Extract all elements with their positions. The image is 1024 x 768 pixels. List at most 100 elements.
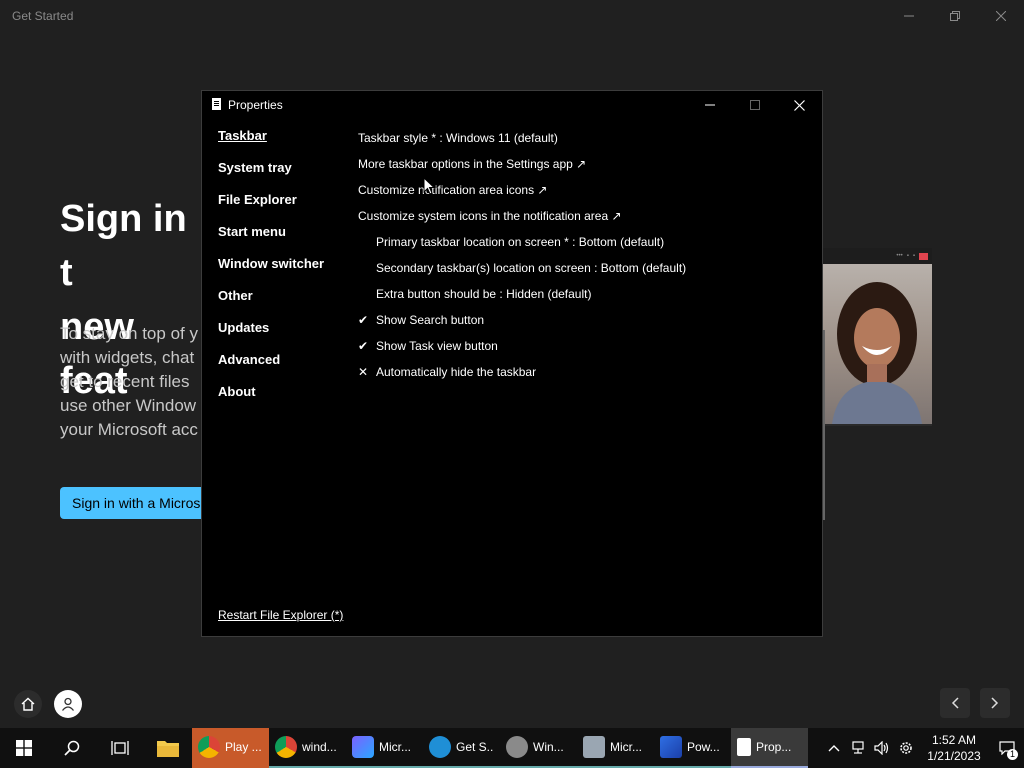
nav-taskbar[interactable]: Taskbar [218, 127, 324, 159]
home-icon [21, 697, 35, 711]
taskbar-app-label: Micr... [379, 740, 411, 754]
nav-file-explorer[interactable]: File Explorer [218, 191, 324, 223]
taskbar: Play ... wind... Micr... Get S... Win...… [0, 728, 1024, 768]
speaker-icon [874, 741, 889, 755]
taskbar-app-micr-2[interactable]: Micr... [577, 728, 654, 768]
option-label: Show Task view button [376, 339, 498, 353]
properties-app-icon [737, 738, 751, 756]
close-button[interactable] [978, 0, 1024, 32]
option-label: Show Search button [376, 313, 485, 327]
taskbar-app-label: Pow... [687, 740, 720, 754]
option-extra-button[interactable]: Extra button should be : Hidden (default… [358, 281, 686, 307]
minimize-button[interactable] [886, 0, 932, 32]
restart-file-explorer-link[interactable]: Restart File Explorer (*) [218, 608, 343, 622]
next-button[interactable] [980, 688, 1010, 718]
taskbar-app-chrome-wind[interactable]: wind... [269, 728, 346, 768]
clock-time: 1:52 AM [931, 733, 977, 747]
close-icon [996, 11, 1006, 21]
taskbar-app-micr-1[interactable]: Micr... [346, 728, 423, 768]
chevron-up-icon [828, 745, 840, 752]
properties-title: Properties [228, 98, 283, 112]
preview-toolbar: ••• ▪ ▪ [822, 248, 932, 264]
volume-button[interactable] [870, 728, 894, 768]
option-label: Automatically hide the taskbar [376, 365, 537, 379]
dots-icon: ••• [896, 253, 903, 259]
option-auto-hide-taskbar[interactable]: ✕ Automatically hide the taskbar [358, 359, 686, 385]
properties-maximize-button[interactable] [732, 91, 777, 119]
gear-icon [506, 736, 528, 758]
microsoft-app-icon [352, 736, 374, 758]
option-show-search-button[interactable]: ✔ Show Search button [358, 307, 686, 333]
previous-button[interactable] [940, 688, 970, 718]
taskbar-app-label: Play ... [225, 740, 262, 754]
nav-updates[interactable]: Updates [218, 319, 324, 351]
properties-app-icon [212, 98, 221, 110]
task-view-button[interactable] [96, 728, 144, 768]
option-primary-location[interactable]: Primary taskbar location on screen * : B… [358, 229, 686, 255]
taskbar-app-label: Prop... [756, 740, 792, 754]
properties-sidebar: Taskbar System tray File Explorer Start … [218, 127, 324, 415]
taskbar-app-get-started[interactable]: Get S... [423, 728, 500, 768]
taskbar-app-label: Micr... [610, 740, 642, 754]
end-call-icon [919, 252, 928, 260]
network-icon [852, 741, 864, 754]
restore-button[interactable] [932, 0, 978, 32]
option-label: More taskbar options in the Settings app… [358, 157, 587, 171]
option-system-icons-link[interactable]: Customize system icons in the notificati… [358, 203, 686, 229]
taskbar-app-label: wind... [302, 740, 337, 754]
person-photo [822, 264, 932, 424]
option-label: Primary taskbar location on screen * : B… [376, 235, 665, 249]
show-hidden-icons-button[interactable] [822, 728, 846, 768]
option-label: Taskbar style * : Windows 11 (default) [358, 131, 558, 145]
get-started-title: Get Started [12, 9, 74, 23]
option-label: Extra button should be : Hidden (default… [376, 287, 592, 301]
get-started-window-controls [886, 0, 1024, 32]
taskbar-app-label: Win... [533, 740, 564, 754]
option-settings-app-link[interactable]: More taskbar options in the Settings app… [358, 151, 686, 177]
minimize-icon [904, 15, 914, 17]
user-avatar-button[interactable] [54, 690, 82, 718]
powershell-icon [660, 736, 682, 758]
taskbar-app-properties[interactable]: Prop... [731, 728, 808, 768]
option-secondary-location[interactable]: Secondary taskbar(s) location on screen … [358, 255, 686, 281]
option-label: Customize notification area icons ↗ [358, 183, 548, 197]
cross-icon: ✕ [358, 365, 369, 379]
search-icon [64, 740, 80, 756]
notification-count-badge: 1 [1007, 749, 1018, 760]
properties-close-button[interactable] [777, 91, 822, 119]
option-show-task-view-button[interactable]: ✔ Show Task view button [358, 333, 686, 359]
home-button[interactable] [14, 690, 42, 718]
nav-start-menu[interactable]: Start menu [218, 223, 324, 255]
gear-icon [900, 742, 912, 754]
network-button[interactable] [846, 728, 870, 768]
check-icon: ✔ [358, 313, 369, 327]
option-label: Secondary taskbar(s) location on screen … [376, 261, 687, 275]
option-notification-icons-link[interactable]: Customize notification area icons ↗ [358, 177, 686, 203]
notification-center-button[interactable]: 1 [990, 728, 1024, 768]
system-tray: 1:52 AM 1/21/2023 1 [822, 728, 1024, 768]
properties-minimize-button[interactable] [687, 91, 732, 119]
document-app-icon [583, 736, 605, 758]
settings-button[interactable] [894, 728, 918, 768]
properties-window: Properties Taskbar System tray File Expl… [201, 90, 823, 637]
nav-other[interactable]: Other [218, 287, 324, 319]
taskbar-app-powershell[interactable]: Pow... [654, 728, 731, 768]
nav-system-tray[interactable]: System tray [218, 159, 324, 191]
taskbar-app-win[interactable]: Win... [500, 728, 577, 768]
option-taskbar-style[interactable]: Taskbar style * : Windows 11 (default) [358, 125, 686, 151]
start-button[interactable] [0, 728, 48, 768]
clock-date: 1/21/2023 [927, 749, 981, 763]
nav-advanced[interactable]: Advanced [218, 351, 324, 383]
minimize-icon [704, 104, 715, 106]
nav-about[interactable]: About [218, 383, 324, 415]
file-explorer-button[interactable] [144, 728, 192, 768]
mic-icon: ▪ [912, 253, 915, 259]
taskbar-app-chrome-play[interactable]: Play ... [192, 728, 269, 768]
search-button[interactable] [48, 728, 96, 768]
mouse-cursor-icon [423, 177, 435, 195]
nav-window-switcher[interactable]: Window switcher [218, 255, 324, 287]
sign-in-button[interactable]: Sign in with a Micros [60, 487, 202, 519]
clock[interactable]: 1:52 AM 1/21/2023 [918, 732, 990, 764]
properties-window-controls [687, 91, 822, 119]
hero-body: To stay on top of y with widgets, chat g… [60, 324, 198, 439]
